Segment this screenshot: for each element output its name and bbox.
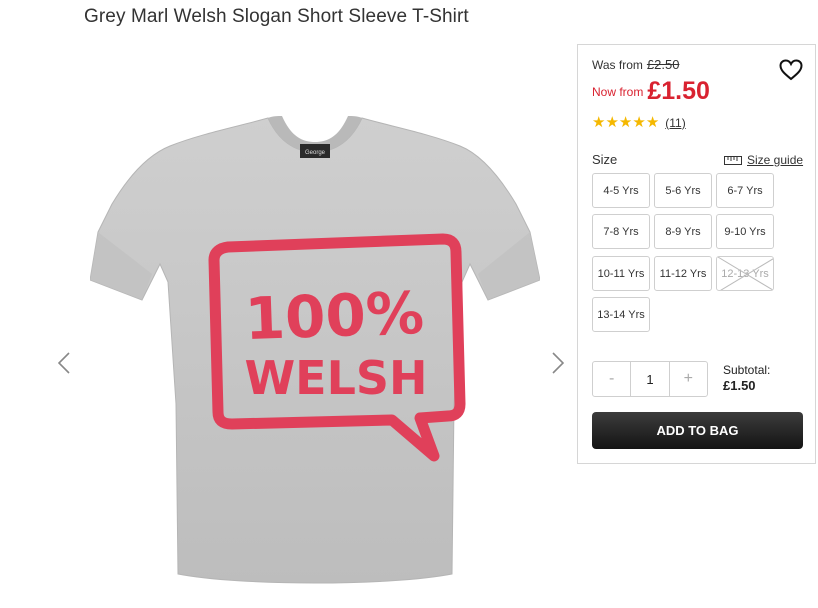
size-label: Size (592, 152, 618, 167)
chevron-right-icon (552, 352, 564, 374)
wishlist-button[interactable] (779, 59, 805, 83)
increase-quantity-button[interactable]: + (670, 362, 707, 396)
size-option-unavailable: 12-13 Yrs (716, 256, 774, 291)
subtotal-label: Subtotal: (723, 363, 771, 377)
was-label: Was from (592, 58, 643, 72)
product-gallery: George 100% WELSH (40, 44, 580, 604)
size-option[interactable]: 10-11 Yrs (592, 256, 650, 291)
star-icon: ★ (645, 114, 660, 131)
neck-label: George (305, 150, 326, 156)
print-line-1: 100% (244, 279, 425, 353)
print-line-2: WELSH (244, 351, 427, 405)
review-count-link[interactable]: (11) (665, 116, 685, 130)
size-guide-link[interactable]: Size guide (724, 153, 803, 167)
size-option[interactable]: 7-8 Yrs (592, 214, 650, 249)
product-image: George 100% WELSH (90, 116, 540, 584)
now-price: £1.50 (647, 77, 710, 105)
was-price-row: Was from £2.50 (592, 57, 679, 72)
was-price: £2.50 (646, 57, 680, 72)
star-icon: ★ (605, 114, 619, 131)
size-option[interactable]: 9-10 Yrs (716, 214, 774, 249)
chevron-left-icon (58, 352, 70, 374)
size-option[interactable]: 11-12 Yrs (654, 256, 712, 291)
now-label: Now from (592, 85, 644, 99)
size-guide-label: Size guide (747, 153, 804, 167)
size-option[interactable]: 13-14 Yrs (592, 297, 650, 332)
product-title: Grey Marl Welsh Slogan Short Sleeve T-Sh… (84, 6, 469, 27)
heart-icon (779, 59, 803, 81)
now-price-row: Now from £1.50 (592, 77, 710, 106)
size-option[interactable]: 6-7 Yrs (716, 173, 774, 208)
quantity-stepper: - 1 + (592, 361, 708, 397)
star-icon: ★ (592, 114, 606, 131)
next-image-button[interactable] (546, 348, 570, 378)
subtotal: Subtotal: £1.50 (723, 363, 770, 393)
star-icon: ★ (618, 114, 633, 131)
size-option[interactable]: 5-6 Yrs (654, 173, 712, 208)
purchase-panel: Was from £2.50 Now from £1.50 ★ ★ ★ ★ ★ (1… (577, 44, 816, 464)
add-to-bag-button[interactable]: ADD TO BAG (592, 412, 803, 449)
prev-image-button[interactable] (52, 348, 76, 378)
star-icon: ★ (632, 114, 646, 131)
decrease-quantity-button[interactable]: - (593, 362, 630, 396)
ruler-icon (724, 155, 742, 165)
size-option[interactable]: 8-9 Yrs (654, 214, 712, 249)
size-option[interactable]: 4-5 Yrs (592, 173, 650, 208)
quantity-input[interactable]: 1 (630, 362, 670, 396)
subtotal-amount: £1.50 (723, 378, 756, 393)
rating: ★ ★ ★ ★ ★ (11) (592, 115, 686, 130)
